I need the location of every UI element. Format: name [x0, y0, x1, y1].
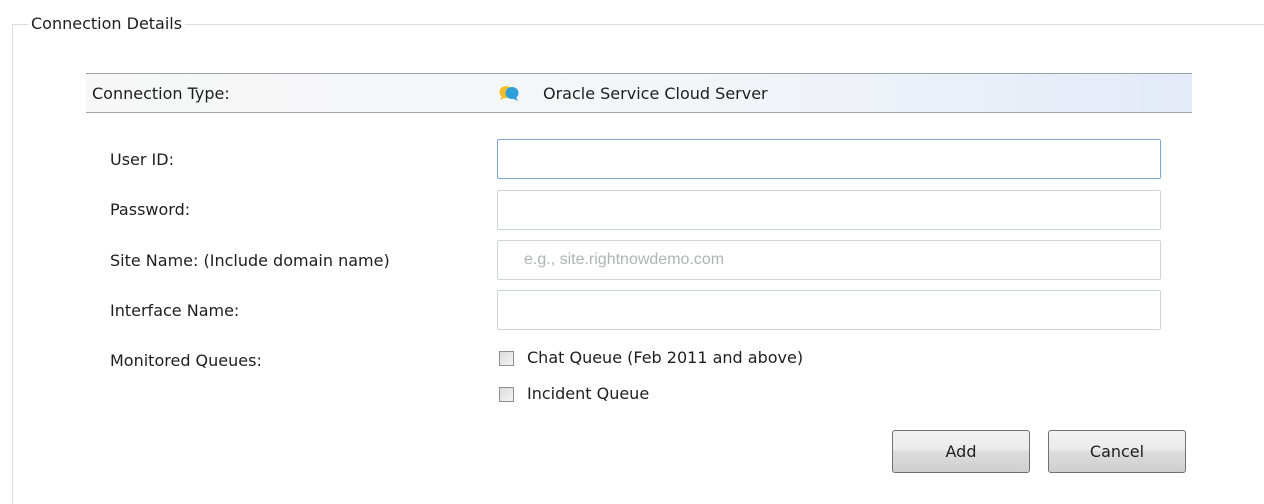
password-input[interactable] [497, 190, 1161, 230]
incident-queue-option[interactable]: Incident Queue [497, 383, 649, 405]
add-button[interactable]: Add [892, 430, 1030, 473]
monitored-queues-label: Monitored Queues: [110, 351, 262, 370]
group-title: Connection Details [28, 13, 186, 35]
interface-name-input[interactable] [497, 290, 1161, 330]
chat-queue-checkbox[interactable] [499, 350, 514, 366]
interface-name-label: Interface Name: [110, 301, 240, 320]
chat-queue-label: Chat Queue (Feb 2011 and above) [527, 348, 804, 367]
password-label: Password: [110, 200, 191, 219]
user-id-label: User ID: [110, 150, 174, 169]
connection-type-value: Oracle Service Cloud Server [543, 84, 768, 103]
connection-type-row: Connection Type: Oracle Service Cloud Se… [86, 73, 1192, 113]
user-id-input[interactable] [497, 139, 1161, 179]
site-name-input[interactable] [497, 240, 1161, 280]
chat-queue-option[interactable]: Chat Queue (Feb 2011 and above) [497, 347, 803, 369]
incident-queue-checkbox[interactable] [499, 386, 514, 402]
incident-queue-label: Incident Queue [527, 384, 650, 403]
chat-bubbles-icon [499, 86, 519, 101]
cancel-button[interactable]: Cancel [1048, 430, 1186, 473]
site-name-label: Site Name: (Include domain name) [110, 251, 390, 270]
connection-type-label: Connection Type: [92, 84, 230, 103]
